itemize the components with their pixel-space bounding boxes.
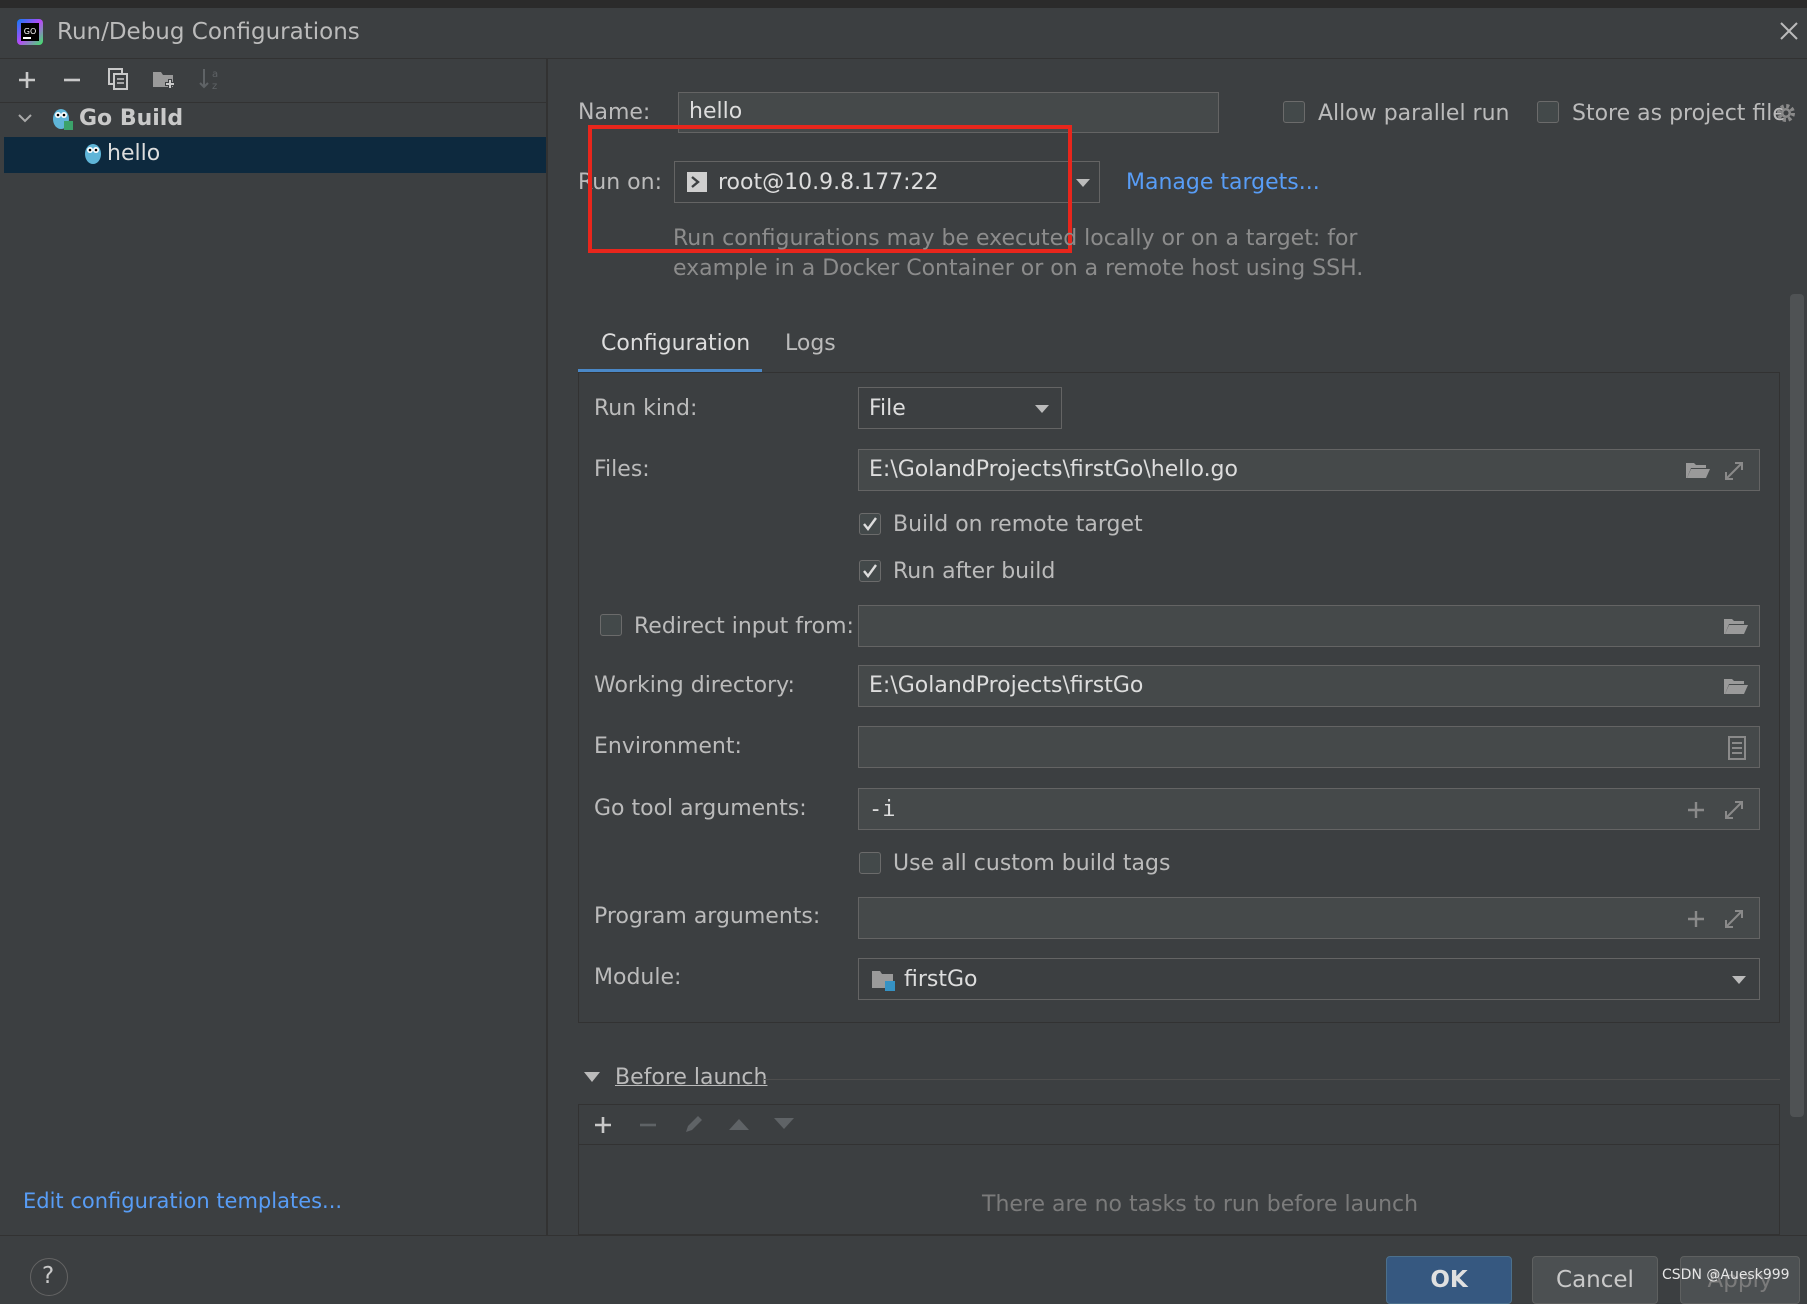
- tab-logs[interactable]: Logs: [785, 331, 836, 356]
- before-launch-empty-text: There are no tasks to run before launch: [982, 1192, 1419, 1217]
- module-dropdown[interactable]: firstGo: [858, 958, 1760, 1000]
- store-as-project-file-label: Store as project file: [1572, 101, 1786, 126]
- allow-parallel-run-checkbox[interactable]: [1283, 101, 1305, 123]
- redirect-input-checkbox[interactable]: [600, 614, 622, 636]
- add-icon[interactable]: [592, 1114, 614, 1136]
- run-after-build-checkbox[interactable]: [859, 560, 881, 582]
- expand-icon[interactable]: [1723, 908, 1745, 930]
- store-as-project-file-checkbox[interactable]: [1537, 101, 1559, 123]
- close-icon[interactable]: [1778, 20, 1800, 42]
- svg-text:a: a: [212, 69, 218, 80]
- files-label: Files:: [594, 457, 650, 482]
- window-title: Run/Debug Configurations: [57, 19, 360, 45]
- environment-label: Environment:: [594, 734, 742, 759]
- add-icon[interactable]: [1685, 908, 1707, 930]
- before-launch-divider: [764, 1079, 1780, 1080]
- module-folder-icon: [871, 968, 897, 992]
- module-label: Module:: [594, 965, 682, 990]
- new-folder-icon[interactable]: [151, 67, 177, 91]
- add-icon[interactable]: [16, 69, 38, 91]
- move-down-icon[interactable]: [773, 1117, 795, 1131]
- goland-icon: GO: [16, 18, 44, 46]
- watermark-text: CSDN @Auesk999: [1662, 1267, 1790, 1283]
- add-icon[interactable]: [1685, 799, 1707, 821]
- working-directory-label: Working directory:: [594, 673, 795, 698]
- build-on-remote-target-checkbox[interactable]: [859, 513, 881, 535]
- redirect-input-label: Redirect input from:: [634, 614, 854, 639]
- tree-group-go-build[interactable]: Go Build: [79, 106, 183, 131]
- move-up-icon[interactable]: [728, 1117, 750, 1131]
- remove-icon[interactable]: [61, 69, 83, 91]
- run-on-hint-line2: example in a Docker Container or on a re…: [673, 256, 1364, 281]
- cancel-button[interactable]: Cancel: [1532, 1256, 1658, 1304]
- svg-text:GO: GO: [24, 27, 37, 36]
- go-tool-arguments-label: Go tool arguments:: [594, 796, 807, 821]
- expand-icon[interactable]: [1723, 460, 1745, 482]
- edit-icon[interactable]: [682, 1112, 706, 1136]
- run-kind-label: Run kind:: [594, 396, 698, 421]
- edit-configuration-templates-link[interactable]: Edit configuration templates...: [23, 1189, 342, 1213]
- copy-icon[interactable]: [106, 67, 130, 91]
- configurations-panel: [0, 59, 548, 1235]
- expand-icon[interactable]: [1723, 799, 1745, 821]
- use-all-custom-build-tags-checkbox[interactable]: [859, 852, 881, 874]
- svg-text:z: z: [212, 81, 217, 92]
- background-strip: [0, 0, 1807, 8]
- redirect-input-field[interactable]: [858, 605, 1760, 647]
- manage-targets-link[interactable]: Manage targets...: [1126, 170, 1320, 195]
- document-icon[interactable]: [1727, 736, 1747, 760]
- gear-icon[interactable]: [1774, 101, 1798, 125]
- chevron-down-icon[interactable]: [16, 109, 34, 127]
- allow-parallel-run-label: Allow parallel run: [1318, 101, 1510, 126]
- remove-icon[interactable]: [637, 1114, 659, 1136]
- folder-open-icon[interactable]: [1723, 676, 1749, 696]
- ok-button[interactable]: OK: [1386, 1256, 1512, 1304]
- environment-input[interactable]: [858, 726, 1760, 768]
- dropdown-arrow-icon: [1075, 178, 1091, 188]
- folder-open-icon[interactable]: [1685, 460, 1711, 480]
- scrollbar-thumb[interactable]: [1790, 294, 1804, 1117]
- go-tool-arguments-input[interactable]: -i: [858, 788, 1760, 830]
- tab-configuration[interactable]: Configuration: [601, 331, 750, 356]
- help-icon[interactable]: ?: [30, 1258, 68, 1296]
- tree-item-label: hello: [107, 141, 161, 166]
- module-value: firstGo: [904, 967, 978, 992]
- go-build-icon: [48, 105, 74, 131]
- build-on-remote-target-label: Build on remote target: [893, 512, 1143, 537]
- program-arguments-input[interactable]: [858, 897, 1760, 939]
- use-all-custom-build-tags-label: Use all custom build tags: [893, 851, 1171, 876]
- dropdown-arrow-icon: [1034, 404, 1050, 414]
- name-label: Name:: [578, 100, 651, 125]
- program-arguments-label: Program arguments:: [594, 904, 821, 929]
- sort-icon[interactable]: az: [197, 66, 223, 92]
- files-input[interactable]: E:\GolandProjects\firstGo\hello.go: [858, 449, 1760, 491]
- go-config-icon: [81, 141, 105, 167]
- working-directory-input[interactable]: E:\GolandProjects\firstGo: [858, 665, 1760, 707]
- run-after-build-label: Run after build: [893, 559, 1056, 584]
- run-kind-dropdown[interactable]: File: [858, 387, 1062, 429]
- before-launch-toolbar: [579, 1105, 1779, 1145]
- before-launch-label[interactable]: Before launch: [615, 1065, 767, 1090]
- dropdown-arrow-icon: [1731, 975, 1747, 985]
- run-on-hint-line1: Run configurations may be executed local…: [673, 226, 1358, 251]
- folder-open-icon[interactable]: [1723, 616, 1749, 636]
- collapse-triangle-icon[interactable]: [583, 1071, 601, 1083]
